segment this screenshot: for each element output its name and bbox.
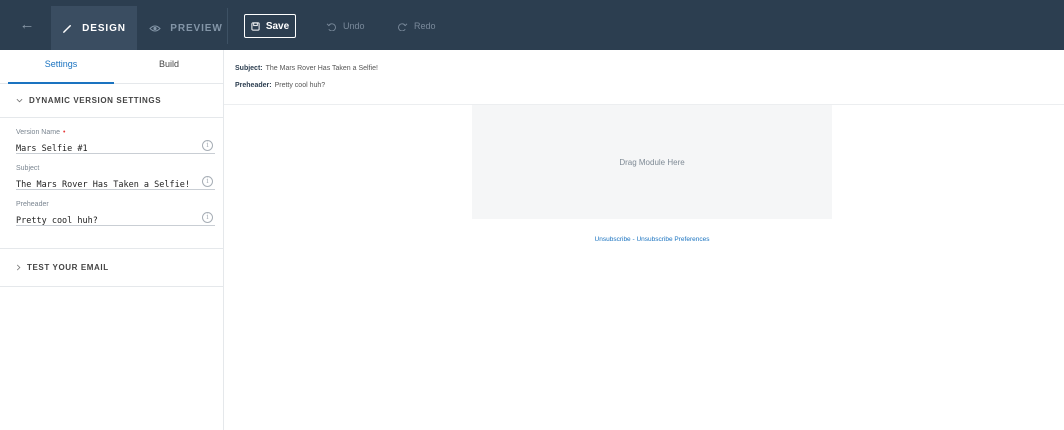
- save-label: Save: [265, 20, 290, 32]
- subject-input-wrap: i: [16, 174, 215, 193]
- subject-field: Subject i: [16, 164, 215, 200]
- version-name-input[interactable]: [16, 141, 201, 157]
- redo-label: Redo: [414, 21, 436, 31]
- chevron-down-icon: [16, 98, 23, 103]
- tab-design[interactable]: DESIGN: [51, 6, 137, 50]
- module-dropzone[interactable]: Drag Module Here: [472, 105, 832, 219]
- settings-panel: Settings Build DYNAMIC VERSION SETTINGS …: [0, 50, 224, 430]
- version-name-input-wrap: i: [16, 138, 215, 157]
- redo-button[interactable]: Redo: [397, 14, 436, 38]
- dynamic-version-settings-header[interactable]: DYNAMIC VERSION SETTINGS: [0, 84, 223, 118]
- dropzone-text: Drag Module Here: [619, 157, 685, 167]
- subject-line: Subject: The Mars Rover Has Taken a Selfi…: [235, 63, 1064, 80]
- preheader-input[interactable]: [16, 213, 201, 229]
- tab-settings[interactable]: Settings: [8, 50, 114, 84]
- tab-preview[interactable]: PREVIEW: [145, 6, 227, 50]
- floppy-disk-icon: [251, 21, 260, 31]
- save-button[interactable]: Save: [244, 14, 296, 38]
- tab-preview-label: PREVIEW: [170, 22, 223, 34]
- subject-value: The Mars Rover Has Taken a Selfie!: [265, 65, 378, 72]
- toolbar-divider: [227, 8, 228, 44]
- chevron-right-icon: [16, 264, 21, 271]
- undo-label: Undo: [343, 21, 365, 31]
- test-your-email-header[interactable]: TEST YOUR EMAIL: [0, 249, 223, 287]
- preheader-input-wrap: i: [16, 210, 215, 229]
- version-name-label: Version Name •: [16, 129, 66, 136]
- undo-button[interactable]: Undo: [326, 14, 365, 38]
- panel-tabs: Settings Build: [0, 50, 223, 84]
- subject-input[interactable]: [16, 177, 201, 193]
- top-toolbar: ← DESIGN PREVIEW Save Undo Redo: [0, 0, 1064, 50]
- version-name-field: Version Name• i: [16, 128, 215, 164]
- info-icon[interactable]: i: [202, 212, 213, 223]
- preheader-label: Preheader: [16, 201, 49, 208]
- tab-build[interactable]: Build: [114, 50, 224, 84]
- preheader-field: Preheader i: [16, 200, 215, 236]
- redo-icon: [398, 22, 408, 31]
- undo-icon: [326, 22, 336, 31]
- version-fields: Version Name• i Subject i Preheader i: [0, 118, 223, 249]
- back-button[interactable]: ←: [16, 14, 38, 36]
- tab-design-label: DESIGN: [82, 22, 126, 34]
- pencil-icon: [63, 24, 72, 33]
- info-icon[interactable]: i: [202, 140, 213, 151]
- section-title: TEST YOUR EMAIL: [27, 263, 109, 272]
- email-canvas: Subject: The Mars Rover Has Taken a Selfi…: [224, 50, 1064, 430]
- preheader-key: Preheader:: [235, 82, 272, 89]
- unsubscribe-preferences-link[interactable]: Unsubscribe Preferences: [636, 236, 709, 243]
- subject-key: Subject:: [235, 65, 263, 72]
- back-arrow-icon: ←: [19, 16, 35, 33]
- eye-icon: [149, 25, 161, 31]
- preheader-value: Pretty cool huh?: [274, 82, 326, 89]
- section-title: DYNAMIC VERSION SETTINGS: [29, 96, 162, 105]
- preheader-line: Preheader: Pretty cool huh?: [235, 80, 1064, 97]
- email-meta: Subject: The Mars Rover Has Taken a Selfi…: [224, 50, 1064, 105]
- email-footer: Unsubscribe - Unsubscribe Preferences: [472, 236, 832, 243]
- unsubscribe-link[interactable]: Unsubscribe: [595, 236, 631, 243]
- required-marker: •: [62, 129, 66, 136]
- info-icon[interactable]: i: [202, 176, 213, 187]
- subject-label: Subject: [16, 165, 40, 172]
